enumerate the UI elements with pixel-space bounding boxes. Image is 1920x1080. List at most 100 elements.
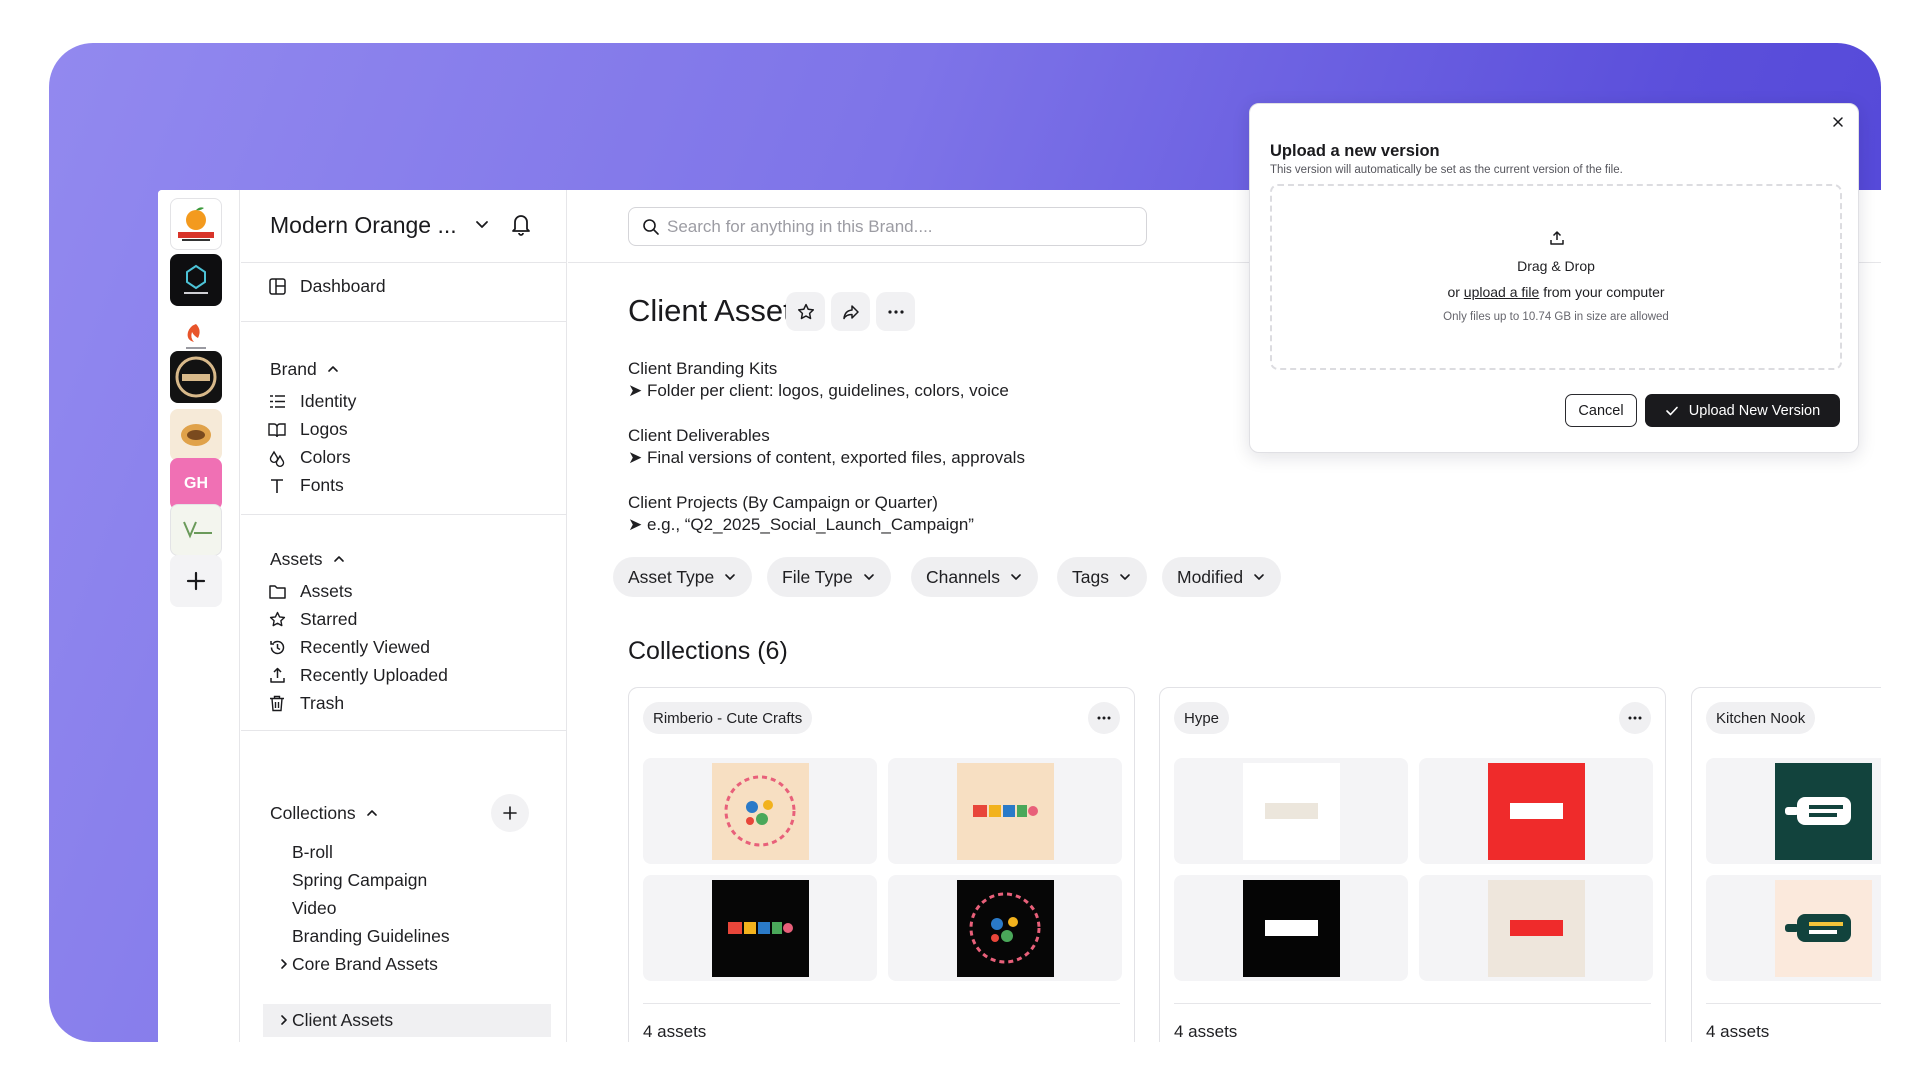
close-button[interactable]: [1828, 112, 1848, 132]
chevron-right-icon[interactable]: [277, 957, 291, 971]
asset-thumbnail[interactable]: [643, 875, 877, 981]
hype-light-image: [1242, 762, 1340, 860]
collection-name-chip: Kitchen Nook: [1706, 702, 1816, 734]
close-icon: [1833, 117, 1843, 127]
asset-thumbnail[interactable]: [1174, 758, 1408, 864]
asset-thumbnail[interactable]: [1419, 758, 1653, 864]
kitchen-nook-light-image: [1774, 879, 1872, 977]
kitchen-nook-dark-image: [1774, 762, 1872, 860]
star-icon: [267, 610, 287, 630]
chevron-down-icon: [1254, 574, 1264, 580]
add-collection-button[interactable]: [491, 794, 529, 832]
brand-vireo[interactable]: [170, 504, 222, 556]
filter-asset-type[interactable]: Asset Type: [613, 557, 753, 597]
chevron-down-icon: [1011, 574, 1021, 580]
hype-red-image: [1487, 762, 1585, 860]
filter-label: Modified: [1177, 566, 1244, 587]
navigation-sidebar: Modern Orange ... Dashboard Brand Identi…: [241, 190, 567, 1042]
section-brand-toggle[interactable]: Brand: [270, 357, 340, 381]
nav-item-fonts[interactable]: Fonts: [263, 469, 551, 502]
chevron-right-icon[interactable]: [277, 1013, 291, 1027]
nav-item-label: Dashboard: [300, 276, 386, 296]
bell-icon[interactable]: [510, 212, 532, 241]
filter-tags[interactable]: Tags: [1057, 557, 1147, 597]
gh-badge[interactable]: GH: [170, 458, 222, 510]
collection-label: Video: [292, 898, 337, 918]
collections-heading: Collections (6): [628, 637, 788, 665]
bakery-logo-icon: [181, 424, 211, 446]
add-brand-button[interactable]: [170, 555, 222, 607]
collection-card[interactable]: Hype 4 assets: [1159, 687, 1666, 1042]
collection-more-button[interactable]: [1088, 702, 1120, 734]
nav-header: Modern Orange ...: [241, 190, 566, 263]
dropzone-suffix: from your computer: [1543, 284, 1665, 300]
filter-label: Asset Type: [628, 566, 715, 587]
upload-icon: [1550, 231, 1564, 245]
upload-new-version-button[interactable]: Upload New Version: [1645, 394, 1840, 427]
more-options-button[interactable]: [876, 292, 915, 331]
trash-icon: [267, 694, 287, 714]
description-detail: ➤ e.g., “Q2_2025_Social_Launch_Campaign”: [628, 515, 974, 534]
asset-thumbnail[interactable]: [1174, 875, 1408, 981]
share-button[interactable]: [831, 292, 870, 331]
description-detail: ➤ Folder per client: logos, guidelines, …: [628, 381, 1009, 400]
star-icon: [797, 303, 814, 319]
brand-bakery[interactable]: [170, 409, 222, 461]
nav-item-label: Colors: [300, 447, 351, 467]
collection-more-button[interactable]: [1619, 702, 1651, 734]
collection-label: B-roll: [292, 842, 333, 862]
nav-item-label: Fonts: [300, 475, 344, 495]
collection-label: Client Assets: [292, 1010, 394, 1030]
collection-label: Branding Guidelines: [292, 926, 450, 946]
chevron-down-icon: [863, 574, 874, 580]
collection-card[interactable]: Rimberio - Cute Crafts 4 assets: [628, 687, 1135, 1042]
description-heading: Client Projects (By Campaign or Quarter): [628, 493, 938, 512]
asset-thumbnail[interactable]: [1706, 875, 1881, 981]
asset-thumbnail[interactable]: [1419, 875, 1653, 981]
modal-title: Upload a new version: [1270, 142, 1440, 160]
asset-thumbnail[interactable]: [643, 758, 877, 864]
nav-item-label: Starred: [300, 609, 358, 629]
nav-item-dashboard[interactable]: Dashboard: [263, 270, 551, 303]
filter-channels[interactable]: Channels: [911, 557, 1038, 597]
nav-item-label: Recently Uploaded: [300, 665, 448, 685]
droplets-icon: [267, 448, 287, 468]
search-input[interactable]: [667, 216, 1107, 237]
divider: [241, 730, 567, 731]
hype-dark-image: [1242, 879, 1340, 977]
filter-file-type[interactable]: File Type: [767, 557, 891, 597]
brand-coffee[interactable]: [170, 351, 222, 403]
brand-modern-orange[interactable]: [170, 198, 222, 250]
file-dropzone[interactable]: Drag & Drop or upload a file from your c…: [1270, 184, 1842, 370]
collection-item-client-assets[interactable]: Client Assets: [263, 1004, 551, 1037]
description-heading: Client Deliverables: [628, 426, 770, 445]
filter-label: Channels: [926, 566, 1000, 587]
search-box[interactable]: [628, 207, 1147, 246]
book-icon: [267, 420, 287, 440]
brand-switcher-label[interactable]: Modern Orange ...: [270, 212, 457, 239]
brand-techtrend[interactable]: [170, 254, 222, 306]
collection-card[interactable]: Kitchen Nook 4 assets: [1691, 687, 1881, 1042]
filter-modified[interactable]: Modified: [1162, 557, 1282, 597]
collection-item-core-brand-assets[interactable]: Core Brand Assets: [263, 948, 551, 981]
dropzone-instructions: or upload a file from your computer: [1272, 284, 1840, 300]
section-assets-toggle[interactable]: Assets: [270, 547, 346, 571]
asset-thumbnail[interactable]: [1706, 758, 1881, 864]
upload-button-label: Upload New Version: [1688, 402, 1821, 419]
divider: [241, 514, 567, 515]
chevron-down-icon[interactable]: [474, 216, 490, 237]
section-collections-toggle[interactable]: Collections: [270, 801, 379, 825]
nav-item-label: Logos: [300, 419, 348, 439]
section-title: Assets: [270, 548, 323, 569]
cancel-button[interactable]: Cancel: [1565, 394, 1637, 427]
list-icon: [267, 392, 287, 412]
asset-thumbnail[interactable]: [888, 875, 1122, 981]
filter-label: Tags: [1072, 566, 1109, 587]
nav-item-label: Trash: [300, 693, 345, 713]
upload-file-link[interactable]: upload a file: [1464, 284, 1540, 300]
dropzone-title: Drag & Drop: [1517, 258, 1595, 274]
nav-item-trash[interactable]: Trash: [263, 687, 551, 720]
type-icon: [267, 476, 287, 496]
star-button[interactable]: [786, 292, 825, 331]
asset-thumbnail[interactable]: [888, 758, 1122, 864]
